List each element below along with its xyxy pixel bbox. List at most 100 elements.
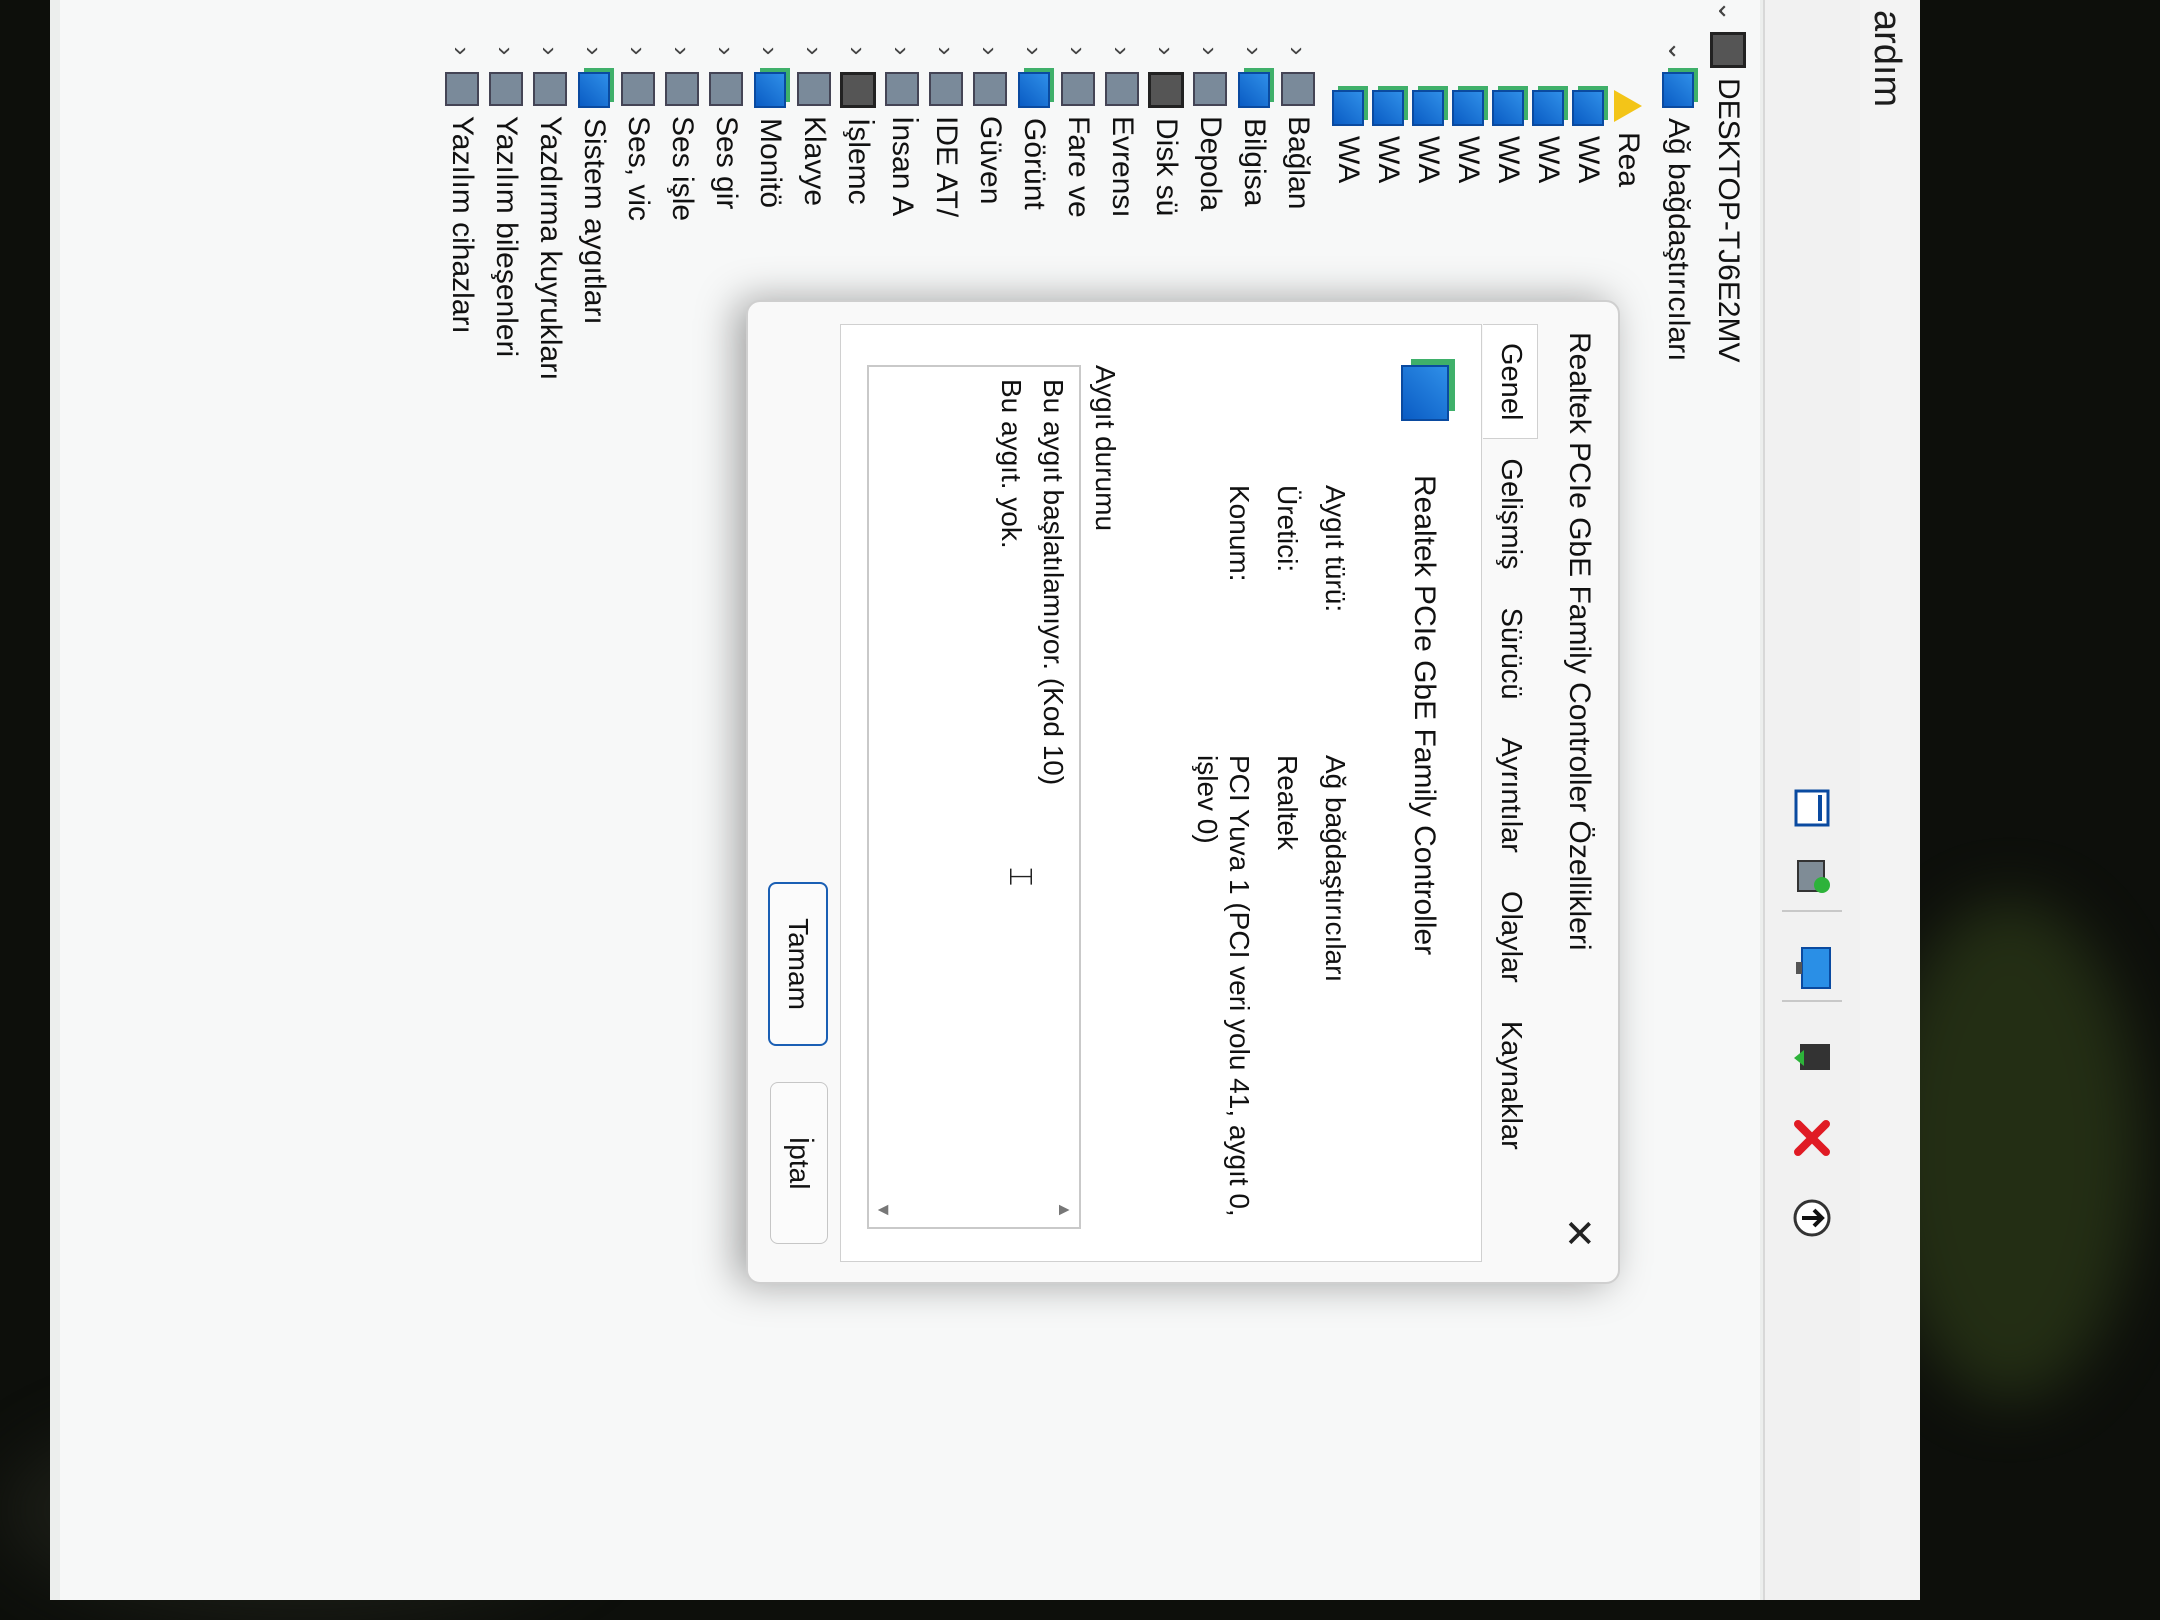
tree-category[interactable]: › Disk sü <box>1144 40 1188 216</box>
tab-details[interactable]: Ayrıntılar <box>1483 718 1538 872</box>
display-icon <box>1018 72 1050 108</box>
tree-category-label: Ses gir <box>710 116 743 210</box>
monitor-icon[interactable] <box>1784 940 1840 996</box>
scroll-up-icon[interactable]: ▲ <box>1054 1201 1075 1219</box>
manufacturer-value: Realtek <box>1272 755 1303 850</box>
tree-network-adapters[interactable]: ⌄ Ağ bağdaştırıcıları <box>1656 40 1700 361</box>
update-driver-icon[interactable] <box>1784 1030 1840 1086</box>
tree-category[interactable]: › Bilgisa <box>1232 40 1276 206</box>
chevron-right-icon[interactable]: › <box>1151 40 1182 62</box>
device-status-box[interactable]: Bu aygıt başlatılamıyor. (Kod 10) Bu ayg… <box>867 365 1081 1229</box>
chevron-right-icon[interactable]: › <box>1239 40 1270 62</box>
chevron-down-icon[interactable]: ⌄ <box>1663 40 1694 62</box>
menu-help[interactable]: ardım <box>1865 10 1908 107</box>
chevron-right-icon[interactable]: › <box>1107 40 1138 62</box>
remove-device-icon[interactable] <box>1784 1110 1840 1166</box>
tree-item-label: WA <box>1532 136 1565 184</box>
tree-category[interactable]: › Ses gir <box>704 40 748 209</box>
chevron-right-icon[interactable]: › <box>975 40 1006 62</box>
chevron-right-icon[interactable]: › <box>667 40 698 62</box>
tab-resources[interactable]: Kaynaklar <box>1483 1002 1538 1169</box>
general-tab-panel: Realtek PCIe GbE Family Controller Aygıt… <box>840 324 1482 1262</box>
security-icon <box>973 72 1007 106</box>
tree-category[interactable]: › Ses işle <box>660 40 704 221</box>
back-icon[interactable] <box>1784 1190 1840 1246</box>
printer-icon <box>533 72 567 106</box>
tree-category-label: Bağlan <box>1282 116 1315 210</box>
chevron-right-icon[interactable]: › <box>755 40 786 62</box>
scroll-down-icon[interactable]: ▼ <box>873 1201 894 1219</box>
network-adapter-icon <box>1532 90 1564 126</box>
tree-category[interactable]: › IDE AT/ <box>924 40 968 217</box>
tree-item-wan[interactable]: WA <box>1526 90 1570 183</box>
tree-item-wan[interactable]: WA <box>1326 90 1370 183</box>
network-adapter-icon <box>1332 90 1364 126</box>
chevron-right-icon[interactable]: › <box>931 40 962 62</box>
tree-item-wan[interactable]: WA <box>1366 90 1410 183</box>
tree-category[interactable]: › Fare ve <box>1056 40 1100 218</box>
tree-category[interactable]: › Monitö <box>748 40 792 208</box>
tree-category[interactable]: › Yazdırma kuyrukları <box>528 40 572 381</box>
tree-item-label: WA <box>1372 136 1405 184</box>
chevron-right-icon[interactable]: › <box>535 40 566 62</box>
chevron-right-icon[interactable]: › <box>711 40 742 62</box>
tree-category-label: Monitö <box>754 118 787 209</box>
tree-category[interactable]: › Ses, vic <box>616 40 660 221</box>
chevron-right-icon[interactable]: › <box>843 40 874 62</box>
tree-item-label: WA <box>1492 136 1525 184</box>
tree-item-wan[interactable]: WA <box>1406 90 1450 183</box>
tree-item-realtek[interactable]: Rea <box>1606 90 1650 187</box>
chevron-right-icon[interactable]: › <box>1283 40 1314 62</box>
tree-item-wan[interactable]: WA <box>1566 90 1610 183</box>
tree-item-wan[interactable]: WA <box>1486 90 1530 183</box>
tree-category[interactable]: › Sistem aygıtları <box>572 40 616 325</box>
manufacturer-label: Üretici: <box>1272 485 1303 573</box>
chevron-right-icon[interactable]: › <box>579 40 610 62</box>
tab-general[interactable]: Genel <box>1483 324 1538 440</box>
tree-category-label: Fare ve <box>1062 116 1095 218</box>
tree-category-label: İnsan A <box>886 116 919 217</box>
tree-network-adapters-label: Ağ bağdaştırıcıları <box>1662 118 1695 362</box>
tree-category-label: Ses işle <box>666 116 699 222</box>
tree-category-label: Depola <box>1194 116 1227 212</box>
tab-driver[interactable]: Sürücü <box>1483 589 1538 719</box>
chevron-right-icon[interactable]: › <box>491 40 522 62</box>
properties-icon[interactable] <box>1784 780 1840 836</box>
tree-category[interactable]: › Görünt <box>1012 40 1056 210</box>
tree-category[interactable]: › Yazılım cihazları <box>440 40 484 334</box>
tree-category-label: Görünt <box>1018 118 1051 210</box>
chevron-down-icon[interactable]: ⌄ <box>1713 0 1744 22</box>
tab-advanced[interactable]: Gelişmiş <box>1483 439 1538 588</box>
chevron-right-icon[interactable]: › <box>1019 40 1050 62</box>
tree-item-label: WA <box>1332 136 1365 184</box>
tree-item-wan[interactable]: WA <box>1446 90 1490 183</box>
ok-button[interactable]: Tamam <box>768 882 828 1046</box>
tree-category[interactable]: › Depola <box>1188 40 1232 211</box>
chevron-right-icon[interactable]: › <box>1195 40 1226 62</box>
tree-category[interactable]: › Evrensı <box>1100 40 1144 218</box>
tree-category[interactable]: › Klavye <box>792 40 836 206</box>
chevron-right-icon[interactable]: › <box>623 40 654 62</box>
cancel-button[interactable]: İptal <box>770 1082 828 1244</box>
close-icon[interactable]: ✕ <box>1554 1208 1604 1258</box>
tree-item-label: WA <box>1452 136 1485 184</box>
tree-item-label: Rea <box>1612 132 1645 188</box>
tree-category[interactable]: › Yazılım bileşenleri <box>484 40 528 357</box>
tree-category[interactable]: › İnsan A <box>880 40 924 216</box>
tree-category[interactable]: › Bağlan <box>1276 40 1320 209</box>
device-category-icon <box>1281 72 1315 106</box>
tab-events[interactable]: Olaylar <box>1483 872 1538 1002</box>
scan-hardware-icon[interactable] <box>1784 850 1840 906</box>
chevron-right-icon[interactable]: › <box>799 40 830 62</box>
toolbar-separator <box>1782 1000 1842 1002</box>
tree-item-label: WA <box>1412 136 1445 184</box>
tree-category[interactable]: › İşlemc <box>836 40 880 205</box>
warning-icon <box>1614 90 1642 122</box>
chevron-right-icon[interactable]: › <box>1063 40 1094 62</box>
chevron-right-icon[interactable]: › <box>447 40 478 62</box>
mouse-icon <box>1061 72 1095 106</box>
tree-category[interactable]: › Güven <box>968 40 1012 204</box>
tab-strip: Genel Gelişmiş Sürücü Ayrıntılar Olaylar… <box>1483 324 1538 1169</box>
chevron-right-icon[interactable]: › <box>887 40 918 62</box>
tree-root[interactable]: ⌄ DESKTOP-TJ6E2MV <box>1706 0 1750 363</box>
